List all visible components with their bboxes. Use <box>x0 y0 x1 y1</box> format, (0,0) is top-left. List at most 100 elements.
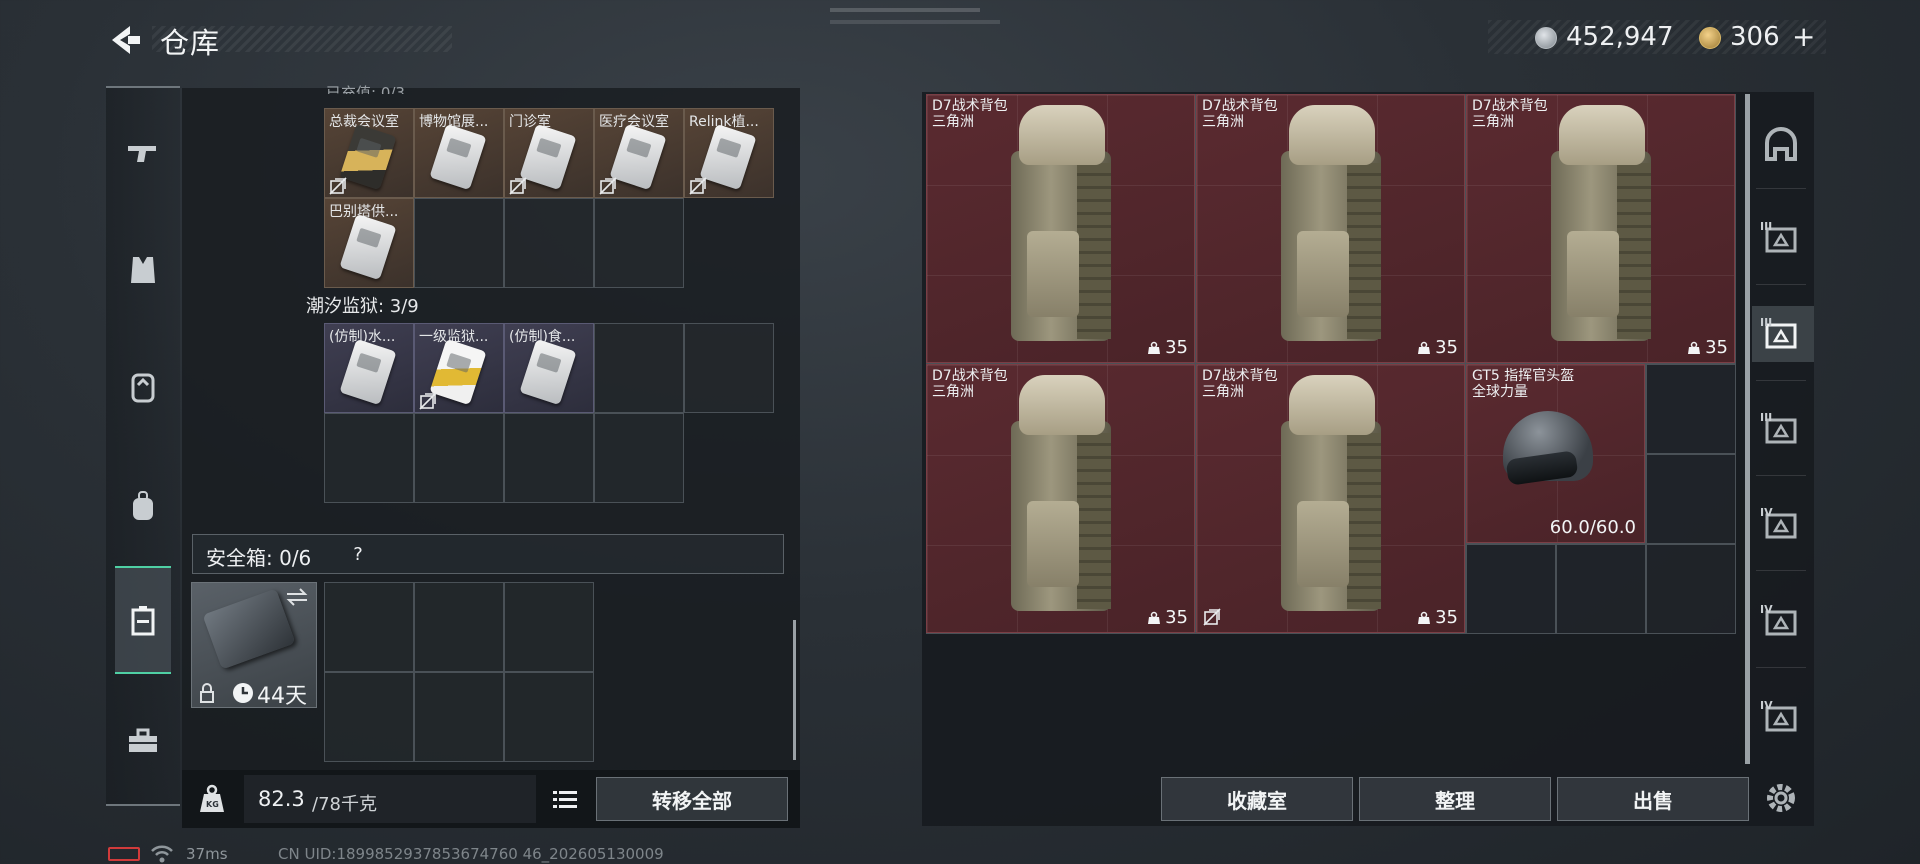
firearms-icon[interactable] <box>114 123 172 181</box>
helmet-tab-icon[interactable] <box>1756 118 1806 168</box>
tier-4-folder-icon[interactable]: IV <box>1756 597 1806 647</box>
item-name: D7战术背包 三角洲 <box>1202 368 1278 400</box>
keycard-image <box>339 123 397 191</box>
item-weight: 35 <box>1417 337 1458 358</box>
container-empty-cell[interactable] <box>1466 544 1556 634</box>
backpack-item[interactable]: 35 D7战术背包 三角洲 <box>1196 94 1465 363</box>
item-weight-value: 35 <box>1435 337 1458 358</box>
backpack-icon[interactable] <box>114 477 172 535</box>
left-nav-bottom-border <box>106 804 180 806</box>
weight-small-icon <box>1148 611 1161 624</box>
backpack-pouch <box>1297 501 1349 587</box>
backpack-item[interactable]: 35 D7战术背包 三角洲 <box>1196 364 1465 633</box>
right-nav-separator <box>1756 188 1806 189</box>
keycard-image <box>699 123 757 191</box>
backpack-pouch <box>1297 231 1349 317</box>
container-empty-cell[interactable] <box>1646 364 1736 454</box>
backpack-side-molle <box>1077 163 1111 339</box>
storage-scrollbar[interactable] <box>793 620 796 760</box>
keycard-item[interactable]: 一级监狱... <box>414 323 504 413</box>
toolbox-icon[interactable] <box>114 712 172 770</box>
sell-button[interactable]: 出售 <box>1557 777 1749 821</box>
list-view-icon[interactable] <box>548 784 582 814</box>
safe-box-empty-slot[interactable] <box>504 582 594 672</box>
keycard-item[interactable]: (仿制)食... <box>504 323 594 413</box>
empty-slot <box>414 413 504 503</box>
tier-label: III <box>1760 411 1773 424</box>
helmet-item[interactable]: 60.0/60.0 GT5 指挥官头盔 全球力量 <box>1466 364 1645 543</box>
chest-rig-icon[interactable] <box>114 358 172 416</box>
backpack-side-molle <box>1347 433 1381 609</box>
keycard-image <box>339 213 397 281</box>
backpack-item[interactable]: 35 D7战术背包 三角洲 <box>1466 94 1735 363</box>
safe-box-empty-slot[interactable] <box>414 672 504 762</box>
tier-3-container-icon[interactable]: III <box>1756 214 1806 264</box>
keycard-item[interactable]: 门诊室 <box>504 108 594 198</box>
keycard-image <box>519 123 577 191</box>
backpack-image <box>1005 105 1117 343</box>
no-drop-icon <box>599 177 617 195</box>
transfer-all-button[interactable]: 转移全部 <box>596 777 788 821</box>
tier-3-box-icon[interactable]: III <box>1756 405 1806 455</box>
item-subtitle: 三角洲 <box>1472 114 1514 130</box>
safe-box-empty-slot[interactable] <box>414 582 504 672</box>
item-title: D7战术背包 <box>932 98 1008 114</box>
item-title: D7战术背包 <box>932 368 1008 384</box>
keycard-item[interactable]: 巴别塔供... <box>324 198 414 288</box>
add-currency-button[interactable]: + <box>1792 20 1815 53</box>
backpack-item[interactable]: 35 D7战术背包 三角洲 <box>926 364 1195 633</box>
keycard-item[interactable]: 总裁会议室 <box>324 108 414 198</box>
item-name: GT5 指挥官头盔 全球力量 <box>1472 368 1574 400</box>
keycard-item[interactable]: Relink植... <box>684 108 774 198</box>
safe-box-help-button[interactable]: ? <box>345 541 371 567</box>
sort-button[interactable]: 整理 <box>1359 777 1551 821</box>
safe-box-empty-slot[interactable] <box>324 582 414 672</box>
safe-box-empty-slot[interactable] <box>504 672 594 762</box>
safe-case-icon[interactable] <box>114 591 172 649</box>
tier-4-add-icon[interactable]: IV <box>1756 500 1806 550</box>
backpack-item[interactable]: 35 D7战术背包 三角洲 <box>926 94 1195 363</box>
swap-icon[interactable] <box>285 587 309 607</box>
tier-3-container-alt-icon[interactable]: III <box>1756 310 1806 360</box>
lock-icon <box>199 683 215 703</box>
backpack-top <box>1289 375 1375 435</box>
back-arrow-icon[interactable] <box>104 22 144 58</box>
backpack-image <box>1545 105 1657 343</box>
container-empty-cell[interactable] <box>1556 544 1646 634</box>
backpack-side-molle <box>1077 433 1111 609</box>
collection-room-button[interactable]: 收藏室 <box>1161 777 1353 821</box>
item-subtitle: 三角洲 <box>1202 114 1244 130</box>
no-drop-icon <box>689 177 707 195</box>
left-category-nav <box>106 86 180 806</box>
backpack-pouch <box>1027 501 1079 587</box>
gold-currency-value: 306 <box>1730 22 1780 52</box>
top-decor-line <box>830 8 980 12</box>
container-empty-cell[interactable] <box>1646 544 1736 634</box>
backpack-top <box>1289 105 1375 165</box>
item-weight-value: 35 <box>1435 607 1458 628</box>
item-subtitle: 全球力量 <box>1472 384 1528 400</box>
keycard-section-label: 已充值: 0/3 <box>326 84 405 94</box>
keycard-item[interactable]: (仿制)水... <box>324 323 414 413</box>
keycard-item[interactable]: 博物馆展... <box>414 108 504 198</box>
gear-icon[interactable] <box>1756 773 1806 823</box>
svg-text:KG: KG <box>206 800 219 809</box>
right-nav-separator <box>1756 380 1806 381</box>
armor-vest-icon[interactable] <box>114 241 172 299</box>
tier-label: III <box>1760 316 1773 329</box>
container-empty-cell[interactable] <box>1646 454 1736 544</box>
empty-slot <box>594 198 684 288</box>
right-nav-separator <box>1756 667 1806 668</box>
silver-currency-value: 452,947 <box>1566 22 1674 52</box>
keycard-item[interactable]: 医疗会议室 <box>594 108 684 198</box>
safe-box-empty-slot[interactable] <box>324 672 414 762</box>
backpack-image <box>1275 105 1387 343</box>
ping-value: 37ms <box>186 845 228 863</box>
safe-case-days-remaining: 44天 <box>257 684 307 709</box>
item-title: GT5 指挥官头盔 <box>1472 368 1575 384</box>
backpack-image <box>1005 375 1117 613</box>
tier-label: IV <box>1760 506 1773 519</box>
empty-slot <box>684 323 774 413</box>
tier-4-settings-icon[interactable]: IV <box>1756 693 1806 743</box>
container-scrollbar[interactable] <box>1745 94 1750 764</box>
